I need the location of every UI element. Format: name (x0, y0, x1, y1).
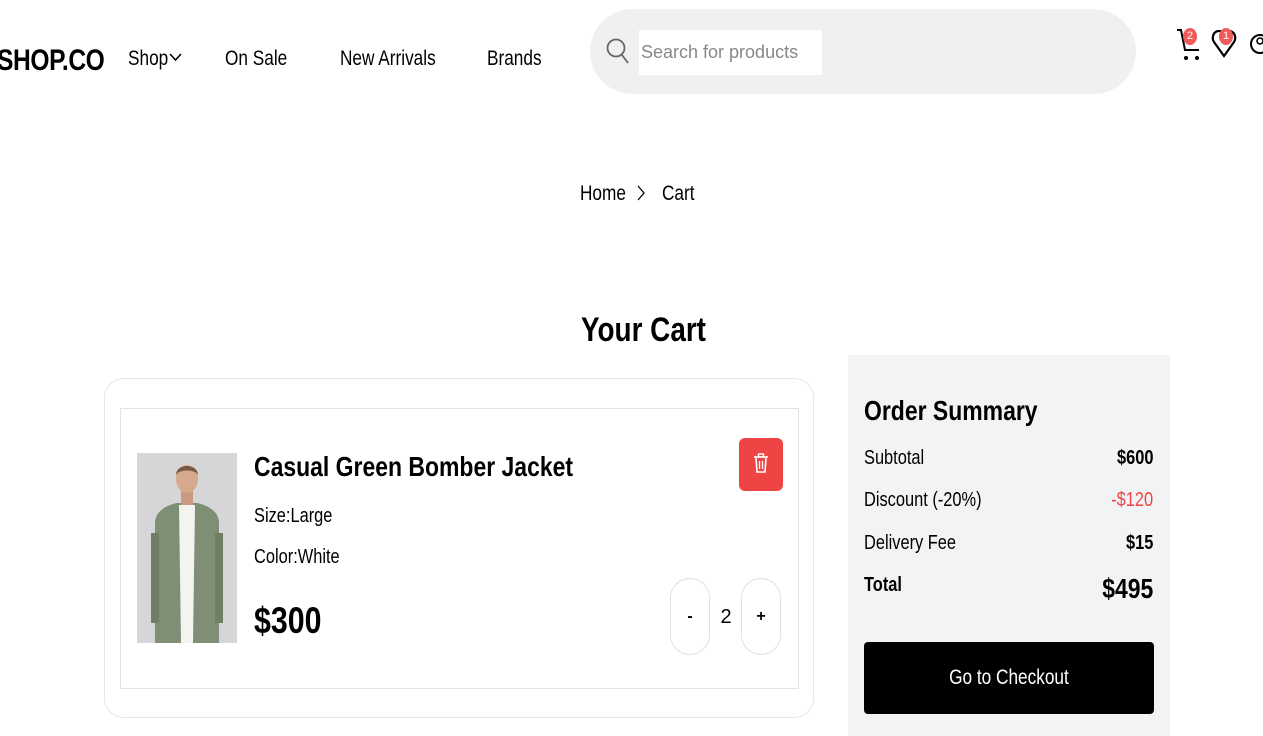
nav-shop-label: Shop (128, 47, 169, 70)
nav-on-sale[interactable]: On Sale (225, 47, 301, 71)
chevron-down-icon[interactable] (169, 52, 182, 62)
delete-item-button[interactable] (739, 438, 783, 491)
item-size: Size:Large (254, 505, 333, 527)
subtotal-label: Subtotal (864, 447, 925, 469)
quantity-decrease-button[interactable]: - (670, 578, 710, 655)
cart-icon[interactable]: 2 (1175, 22, 1203, 68)
wishlist-badge: 1 (1219, 28, 1233, 45)
delivery-fee-value: $15 (1125, 532, 1153, 554)
quantity-increase-button[interactable]: + (741, 578, 781, 655)
cart-badge: 2 (1183, 28, 1197, 45)
trash-icon (754, 453, 768, 473)
logo-text: SHOP.CO (0, 44, 105, 77)
total-value: $495 (1101, 573, 1153, 604)
chevron-right-icon (637, 185, 645, 201)
search-input[interactable] (639, 30, 822, 75)
breadcrumb-cart: Cart (662, 182, 695, 205)
breadcrumb-home[interactable]: Home (580, 182, 636, 206)
nav-new-arrivals[interactable]: New Arrivals (340, 47, 457, 71)
discount-value: -$120 (1111, 489, 1153, 511)
order-summary-title: Order Summary (864, 395, 1038, 426)
search-icon[interactable] (606, 38, 630, 64)
user-icon[interactable] (1248, 22, 1263, 68)
product-image[interactable] (137, 453, 237, 643)
page-title: Your Cart (581, 311, 706, 349)
subtotal-value: $600 (1116, 447, 1153, 469)
checkout-button[interactable]: Go to Checkout (864, 642, 1154, 714)
item-price: $300 (254, 600, 322, 641)
item-name[interactable]: Casual Green Bomber Jacket (254, 451, 643, 483)
delivery-fee-label: Delivery Fee (864, 532, 957, 554)
logo[interactable]: SHOP.CO (0, 44, 128, 78)
total-label: Total (864, 574, 902, 596)
quantity-value: 2 (720, 606, 732, 628)
discount-label: Discount (-20%) (864, 489, 982, 511)
heart-icon[interactable]: 1 (1210, 22, 1238, 68)
item-color: Color:White (254, 546, 340, 568)
nav-brands[interactable]: Brands (487, 47, 554, 71)
